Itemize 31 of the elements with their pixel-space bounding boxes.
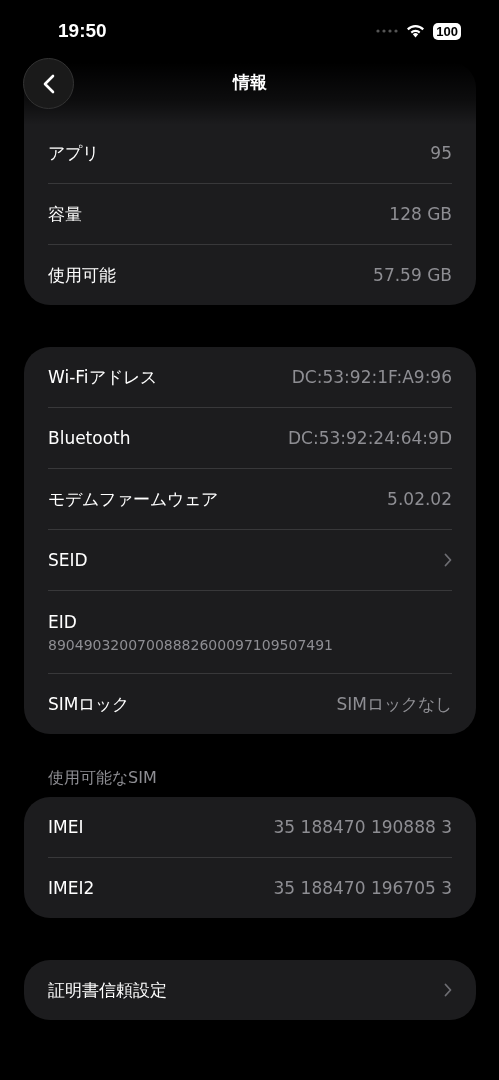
- row-value: 57.59 GB: [373, 265, 452, 285]
- row-label: 使用可能: [48, 263, 116, 287]
- signal-dots-icon: [376, 29, 399, 33]
- row-label: モデムファームウェア: [48, 487, 218, 511]
- row-value: 89049032007008882600097109507491: [48, 636, 334, 653]
- row-value: 35 188470 190888 3: [273, 817, 452, 837]
- section-header: 使用可能なSIM: [47, 768, 158, 789]
- chevron-right-icon[interactable]: [444, 983, 452, 997]
- row-label: アプリ: [48, 141, 99, 165]
- wifi-icon: [406, 24, 426, 38]
- row-label[interactable]: SEID: [48, 550, 88, 570]
- chevron-right-icon[interactable]: [444, 553, 452, 567]
- row-value: DC:53:92:1F:A9:96: [291, 367, 452, 387]
- back-chevron-icon: [42, 73, 55, 94]
- row-label[interactable]: 証明書信頼設定: [48, 978, 167, 1002]
- row-value: 5.02.02: [387, 489, 452, 509]
- row-label: Wi-Fiアドレス: [48, 365, 157, 389]
- row-label: EID: [48, 611, 77, 632]
- page-title: 情報: [232, 70, 267, 94]
- row-value: 95: [430, 143, 452, 163]
- row-label: Bluetooth: [48, 428, 131, 448]
- row-label: 容量: [48, 202, 82, 226]
- row-label: SIMロック: [48, 692, 130, 716]
- row-value: 35 188470 196705 3: [273, 878, 452, 898]
- row-value: DC:53:92:24:64:9D: [287, 428, 452, 448]
- row-value: SIMロックなし: [336, 692, 452, 716]
- row-label: IMEI: [48, 817, 84, 837]
- status-time: 19:50: [58, 20, 107, 42]
- row-label: IMEI2: [48, 878, 95, 898]
- battery-level: 100: [433, 22, 461, 40]
- row-value: 128 GB: [389, 204, 452, 224]
